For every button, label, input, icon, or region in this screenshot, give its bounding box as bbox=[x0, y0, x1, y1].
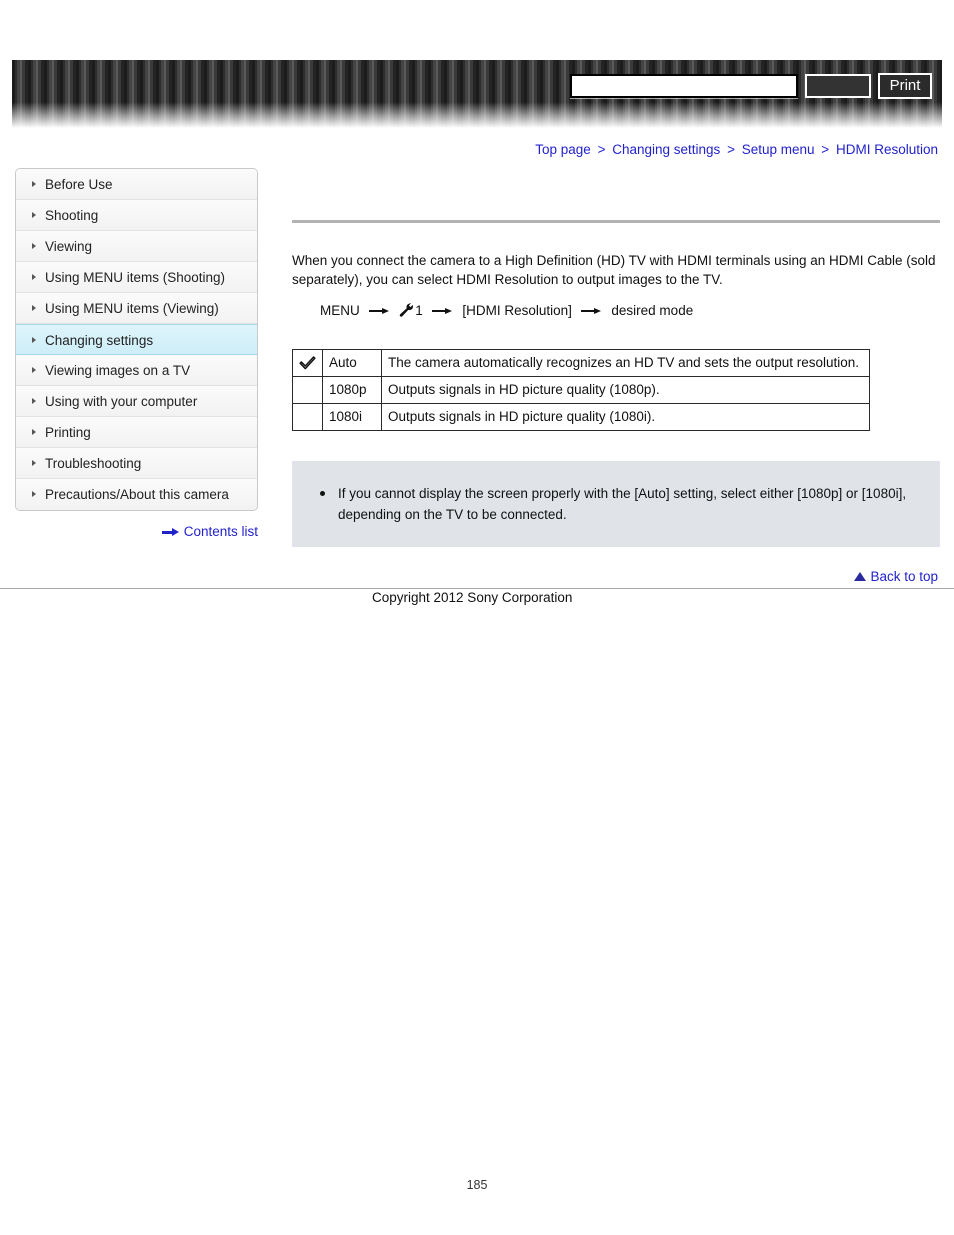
arrow-right-icon bbox=[161, 527, 180, 537]
sidebar-item-label: Troubleshooting bbox=[45, 456, 142, 471]
option-description: Outputs signals in HD picture quality (1… bbox=[381, 375, 870, 404]
arrow-right-icon bbox=[431, 306, 454, 316]
option-name: 1080p bbox=[322, 375, 382, 404]
note-list-item: If you cannot display the screen properl… bbox=[318, 483, 920, 525]
sidebar-item-label: Viewing images on a TV bbox=[45, 363, 191, 378]
back-to-top-link[interactable]: Back to top bbox=[854, 569, 938, 584]
sidebar-item-label: Precautions/About this camera bbox=[45, 487, 229, 502]
chevron-right-icon bbox=[32, 429, 36, 436]
breadcrumb-item-top-page[interactable]: Top page bbox=[535, 142, 591, 157]
sidebar-item-precautions-about-this-camera[interactable]: Precautions/About this camera bbox=[16, 479, 257, 510]
menu-path-end: desired mode bbox=[611, 303, 694, 318]
breadcrumb-item-changing-settings[interactable]: Changing settings bbox=[612, 142, 720, 157]
default-option-marker-cell bbox=[292, 348, 323, 377]
chevron-right-icon bbox=[32, 337, 36, 344]
print-button[interactable]: Print bbox=[878, 73, 932, 99]
breadcrumb-separator: > bbox=[727, 142, 735, 157]
option-name: 1080i bbox=[322, 402, 382, 431]
title-divider bbox=[292, 220, 940, 223]
chevron-right-icon bbox=[32, 305, 36, 312]
table-row: 1080i Outputs signals in HD picture qual… bbox=[292, 402, 870, 431]
sidebar-item-printing[interactable]: Printing bbox=[16, 417, 257, 448]
arrow-right-icon bbox=[368, 306, 391, 316]
sidebar-item-label: Using MENU items (Shooting) bbox=[45, 270, 226, 285]
breadcrumb: Top page > Changing settings > Setup men… bbox=[535, 142, 938, 157]
page-number: 185 bbox=[466, 1178, 488, 1192]
back-to-top-label: Back to top bbox=[870, 569, 938, 584]
checkmark-icon bbox=[299, 356, 316, 371]
breadcrumb-separator: > bbox=[821, 142, 830, 157]
sidebar-item-using-with-your-computer[interactable]: Using with your computer bbox=[16, 386, 257, 417]
menu-path-start: MENU bbox=[320, 303, 360, 318]
sidebar-item-before-use[interactable]: Before Use bbox=[16, 169, 257, 200]
chevron-right-icon bbox=[32, 491, 36, 498]
sidebar-navigation: Before Use Shooting Viewing Using MENU i… bbox=[15, 168, 258, 511]
chevron-right-icon bbox=[32, 367, 36, 374]
menu-path-instruction: MENU 1 [HDMI Resolution] desired mode bbox=[320, 302, 940, 319]
chevron-right-icon bbox=[32, 212, 36, 219]
chevron-right-icon bbox=[32, 243, 36, 250]
chevron-right-icon bbox=[32, 181, 36, 188]
table-row: Auto The camera automatically recognizes… bbox=[292, 348, 870, 377]
sidebar-item-shooting[interactable]: Shooting bbox=[16, 200, 257, 231]
search-input[interactable] bbox=[570, 74, 798, 98]
header-banner: Print bbox=[12, 60, 942, 128]
option-description: Outputs signals in HD picture quality (1… bbox=[381, 402, 870, 431]
table-row: 1080p Outputs signals in HD picture qual… bbox=[292, 375, 870, 404]
default-option-marker-cell bbox=[292, 402, 323, 431]
default-option-marker-cell bbox=[292, 375, 323, 404]
sidebar-item-label: Shooting bbox=[45, 208, 99, 223]
contents-list-label: Contents list bbox=[183, 524, 258, 539]
sidebar-item-label: Printing bbox=[45, 425, 91, 440]
sidebar-item-label: Using with your computer bbox=[45, 394, 198, 409]
header-controls: Print bbox=[570, 73, 932, 99]
sidebar-item-using-menu-items-shooting[interactable]: Using MENU items (Shooting) bbox=[16, 262, 257, 293]
chevron-right-icon bbox=[32, 274, 36, 281]
breadcrumb-separator: > bbox=[597, 142, 606, 157]
chevron-right-icon bbox=[32, 398, 36, 405]
sidebar-item-viewing-images-on-a-tv[interactable]: Viewing images on a TV bbox=[16, 355, 257, 386]
search-button[interactable] bbox=[805, 74, 871, 98]
menu-path-setup-number: 1 bbox=[415, 303, 423, 318]
contents-list-link[interactable]: Contents list bbox=[15, 524, 258, 539]
copyright-text: Copyright 2012 Sony Corporation bbox=[372, 590, 573, 605]
option-description: The camera automatically recognizes an H… bbox=[381, 348, 870, 377]
wrench-icon bbox=[399, 302, 415, 318]
footer-divider bbox=[0, 588, 954, 589]
sidebar-item-label: Changing settings bbox=[45, 333, 154, 348]
sidebar-item-viewing[interactable]: Viewing bbox=[16, 231, 257, 262]
hdmi-resolution-options-table: Auto The camera automatically recognizes… bbox=[292, 348, 870, 431]
breadcrumb-item-hdmi-resolution[interactable]: HDMI Resolution bbox=[836, 142, 938, 157]
note-list: If you cannot display the screen properl… bbox=[318, 483, 920, 525]
note-box: If you cannot display the screen properl… bbox=[292, 460, 940, 547]
arrow-right-icon bbox=[580, 306, 603, 316]
chevron-right-icon bbox=[32, 460, 36, 467]
sidebar-item-using-menu-items-viewing[interactable]: Using MENU items (Viewing) bbox=[16, 293, 257, 324]
sidebar-item-label: Before Use bbox=[45, 177, 113, 192]
triangle-up-icon bbox=[854, 571, 867, 581]
main-content: When you connect the camera to a High De… bbox=[292, 168, 940, 547]
breadcrumb-item-setup-menu[interactable]: Setup menu bbox=[742, 142, 815, 157]
sidebar-item-label: Using MENU items (Viewing) bbox=[45, 301, 219, 316]
intro-paragraph: When you connect the camera to a High De… bbox=[292, 253, 936, 287]
sidebar-item-changing-settings[interactable]: Changing settings bbox=[16, 324, 257, 355]
menu-path-item: [HDMI Resolution] bbox=[462, 303, 572, 318]
option-name: Auto bbox=[322, 348, 382, 377]
sidebar-item-label: Viewing bbox=[45, 239, 93, 254]
sidebar-item-troubleshooting[interactable]: Troubleshooting bbox=[16, 448, 257, 479]
